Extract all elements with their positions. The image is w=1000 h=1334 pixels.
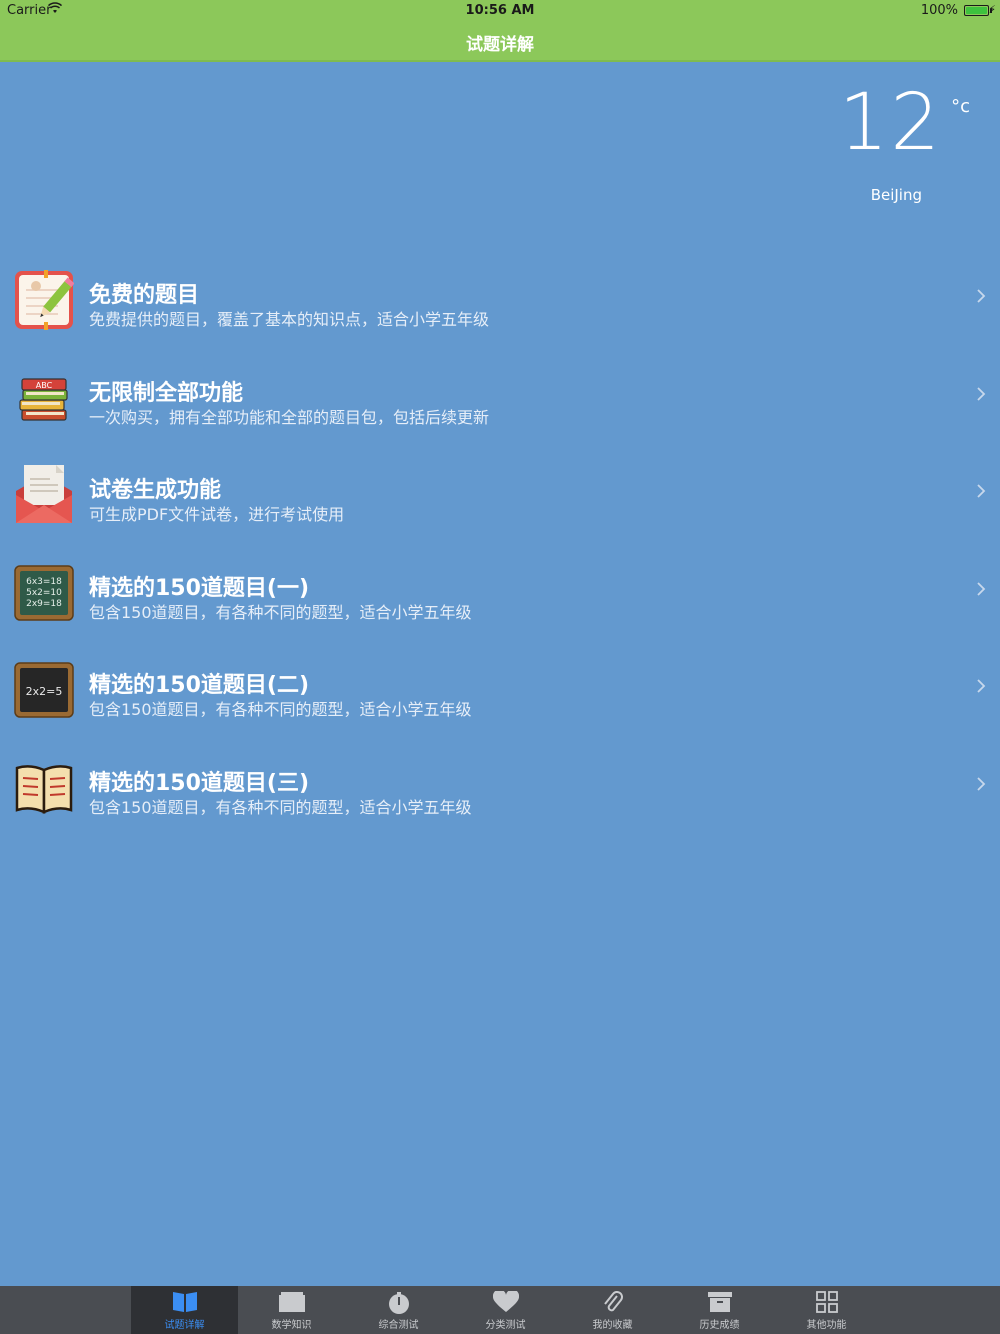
tab-label: 其他功能	[806, 1320, 847, 1331]
tab-test-details[interactable]: 试题详解	[131, 1286, 238, 1334]
archive-box-icon	[707, 1292, 732, 1312]
tab-label: 数学知识	[271, 1320, 312, 1331]
paperclip-icon	[603, 1291, 623, 1312]
book-stack-icon: ABC	[19, 377, 68, 421]
battery-icon	[964, 5, 992, 16]
navigation-bar: Carrier 10:56 AM 100% ⚡ 试题详解	[0, 0, 1000, 62]
open-book-icon	[15, 764, 73, 814]
tab-history-scores[interactable]: 历史成绩	[666, 1286, 773, 1334]
book-icon	[172, 1292, 197, 1312]
charging-bolt-icon: ⚡	[988, 3, 996, 16]
temperature-unit: °c	[951, 96, 970, 117]
item-title: 试卷生成功能	[89, 478, 222, 503]
tab-bar: 试题详解 数学知识 综合测试 分类测试 我的收藏 历史成绩 其他功能	[0, 1286, 1000, 1334]
item-title: 无限制全部功能	[89, 380, 244, 406]
envelope-letter-icon	[16, 465, 72, 523]
chalk-line: 2x9=18	[26, 599, 62, 609]
heart-icon	[492, 1291, 519, 1312]
tab-label: 我的收藏	[592, 1320, 633, 1331]
list-item[interactable]: 2x2=5 精选的150道题目(二) 包含150道题目，有各种不同的题型，适合小…	[0, 640, 1000, 738]
item-description: 包含150道题目，有各种不同的题型，适合小学五年级	[89, 700, 472, 719]
tab-label: 分类测试	[485, 1320, 526, 1331]
status-bar: Carrier 10:56 AM 100% ⚡	[0, 0, 1000, 22]
tab-other-functions[interactable]: 其他功能	[773, 1286, 880, 1334]
list-item[interactable]: 精选的150道题目(三) 包含150道题目，有各种不同的题型，适合小学五年级	[0, 738, 1000, 836]
green-chalkboard-icon: 6x3=18 5x2=10 2x9=18	[14, 564, 74, 621]
item-description: 可生成PDF文件试卷，进行考试使用	[89, 505, 345, 524]
list-item[interactable]: 免费的题目 免费提供的题目，覆盖了基本的知识点，适合小学五年级	[0, 250, 1000, 348]
item-description: 包含150道题目，有各种不同的题型，适合小学五年级	[89, 797, 472, 817]
chevron-right-icon	[977, 581, 986, 596]
folder-icon	[278, 1292, 305, 1312]
list-item[interactable]: 6x3=18 5x2=10 2x9=18 精选的150道题目(一) 包含150道…	[0, 543, 1000, 641]
chevron-right-icon	[977, 386, 986, 401]
list-item[interactable]: 试卷生成功能 可生成PDF文件试卷，进行考试使用	[0, 445, 1000, 543]
tab-category-test[interactable]: 分类测试	[452, 1286, 559, 1334]
notebook-pencil-icon	[15, 270, 74, 330]
chevron-right-icon	[977, 484, 986, 498]
item-title: 精选的150道题目(三)	[89, 770, 310, 796]
battery-percentage: 100%	[920, 3, 958, 18]
item-title: 精选的150道题目(二)	[89, 673, 310, 698]
tab-label: 试题详解	[164, 1320, 205, 1331]
tab-my-favorites[interactable]: 我的收藏	[559, 1286, 666, 1334]
stopwatch-icon	[388, 1292, 409, 1314]
clock: 10:56 AM	[465, 3, 535, 18]
chevron-right-icon	[977, 289, 986, 303]
chevron-right-icon	[977, 679, 986, 693]
item-description: 免费提供的题目，覆盖了基本的知识点，适合小学五年级	[89, 310, 490, 329]
chalk-line: 2x2=5	[26, 685, 63, 698]
city-name: BeiJing	[870, 186, 922, 204]
page-title: 试题详解	[466, 35, 534, 55]
chevron-right-icon	[977, 776, 986, 791]
tab-label: 历史成绩	[699, 1320, 740, 1331]
grid-icon	[815, 1291, 838, 1313]
chalk-line: 5x2=10	[26, 588, 62, 598]
tab-math-knowledge[interactable]: 数学知识	[238, 1286, 345, 1334]
item-title: 精选的150道题目(一)	[89, 575, 310, 601]
feature-list: 免费的题目 免费提供的题目，覆盖了基本的知识点，适合小学五年级 ABC 无限制全…	[0, 250, 1000, 835]
list-item[interactable]: ABC 无限制全部功能 一次购买，拥有全部功能和全部的题目包，包括后续更新	[0, 348, 1000, 446]
temperature-value: 12	[838, 78, 942, 168]
item-description: 一次购买，拥有全部功能和全部的题目包，包括后续更新	[89, 407, 490, 427]
chalk-line: 6x3=18	[26, 577, 62, 587]
tab-comprehensive-test[interactable]: 综合测试	[345, 1286, 452, 1334]
svg-text:ABC: ABC	[36, 381, 53, 390]
black-chalkboard-icon: 2x2=5	[14, 662, 74, 718]
tab-label: 综合测试	[378, 1320, 419, 1331]
item-description: 包含150道题目，有各种不同的题型，适合小学五年级	[89, 602, 472, 622]
item-title: 免费的题目	[89, 283, 200, 308]
